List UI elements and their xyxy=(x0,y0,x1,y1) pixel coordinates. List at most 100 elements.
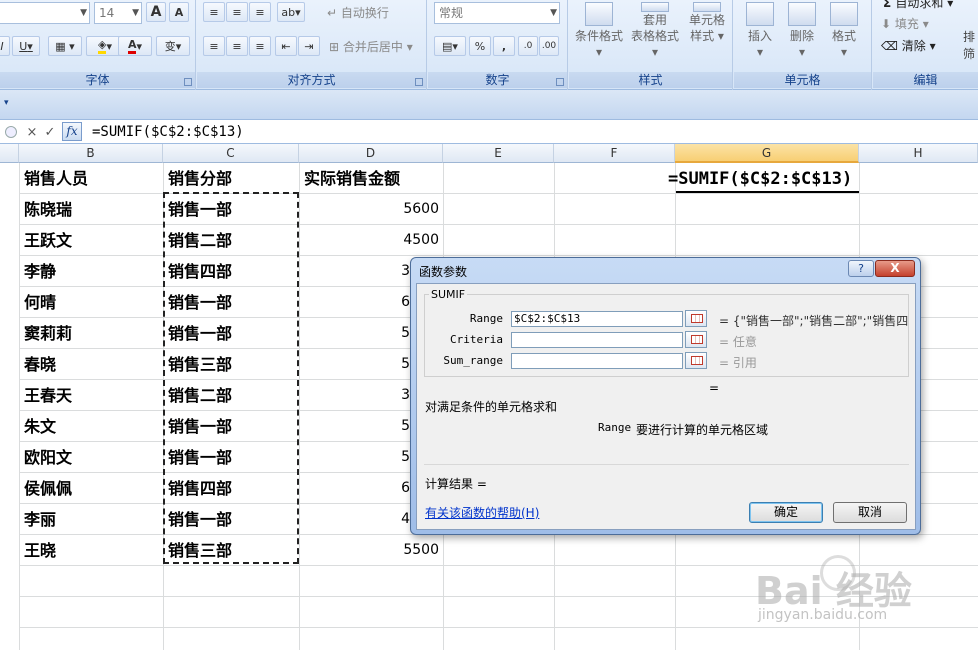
align-right-button[interactable]: ≡ xyxy=(249,36,271,56)
cell-amount[interactable]: 3 xyxy=(299,380,410,411)
currency-button[interactable]: ▤▾ xyxy=(434,36,466,56)
cell-styles-button[interactable]: 单元格 样式 ▾ xyxy=(683,2,731,44)
cell-amount[interactable]: 6 xyxy=(299,473,410,504)
row-header-corner[interactable] xyxy=(0,144,19,163)
cell-amount[interactable]: 3 xyxy=(299,256,410,287)
cell-amount[interactable]: 5500 xyxy=(299,535,439,566)
name-box-icon[interactable] xyxy=(4,123,18,141)
dialog-body: Range $C$2:$C$13 = {"销售一部";"销售二部";"销售四 C… xyxy=(416,283,916,530)
column-header-d[interactable]: D xyxy=(299,144,443,163)
align-bottom-button[interactable]: ≡ xyxy=(249,2,271,22)
grow-font-button[interactable]: A xyxy=(146,2,166,22)
cell-amount[interactable]: 5 xyxy=(299,411,410,442)
increase-indent-button[interactable]: ⇥ xyxy=(298,36,320,56)
cancel-button[interactable]: 取消 xyxy=(833,502,907,523)
header-cell-department[interactable]: 销售分部 xyxy=(168,163,232,194)
italic-button[interactable]: I xyxy=(0,36,10,56)
font-name-combo[interactable]: ▼ xyxy=(0,2,90,24)
cancel-formula-button[interactable]: × xyxy=(24,123,40,141)
merge-icon: ⊞ xyxy=(329,40,343,54)
number-format-combo[interactable]: 常规 ▼ xyxy=(434,2,560,24)
wrap-text-button[interactable]: ↵ 自动换行 xyxy=(327,4,389,21)
font-color-button[interactable]: A ▾ xyxy=(118,36,152,56)
cell-amount[interactable]: 6 xyxy=(299,287,410,318)
close-button[interactable]: X xyxy=(875,260,915,277)
cell-name[interactable]: 何晴 xyxy=(24,287,56,318)
insert-function-button[interactable]: fx xyxy=(62,122,82,141)
cell-name[interactable]: 王春天 xyxy=(24,380,72,411)
cell-name[interactable]: 窦莉莉 xyxy=(24,318,72,349)
underline-button[interactable]: U ▾ xyxy=(12,36,40,56)
align-left-button[interactable]: ≡ xyxy=(203,36,225,56)
column-header-f[interactable]: F xyxy=(554,144,675,163)
cell-amount[interactable]: 5600 xyxy=(299,194,439,225)
header-cell-salesperson[interactable]: 销售人员 xyxy=(24,163,88,194)
criteria-collapse-button[interactable] xyxy=(685,331,707,348)
shrink-font-button[interactable]: A xyxy=(169,2,189,22)
column-header-e[interactable]: E xyxy=(443,144,554,163)
cell-name[interactable]: 春晓 xyxy=(24,349,56,380)
align-top-button[interactable]: ≡ xyxy=(203,2,225,22)
orientation-icon: ab▾ xyxy=(281,5,301,19)
insert-button[interactable]: 插入 ▾ xyxy=(740,2,780,60)
cell-name[interactable]: 王跃文 xyxy=(24,225,72,256)
cell-name[interactable]: 欧阳文 xyxy=(24,442,72,473)
borders-button[interactable]: ▦ ▾ xyxy=(48,36,82,56)
quick-access-strip: ▾ xyxy=(0,90,978,120)
cell-name[interactable]: 侯佩佩 xyxy=(24,473,72,504)
column-header-h[interactable]: H xyxy=(859,144,978,163)
decrease-decimal-button[interactable]: .00 xyxy=(539,36,559,56)
alignment-dialog-launcher-icon[interactable] xyxy=(415,78,423,86)
phonetic-button[interactable]: 变▾ xyxy=(156,36,190,56)
conditional-format-button[interactable]: 条件格式 ▾ xyxy=(573,2,625,60)
sort-filter-button[interactable]: 排筛 xyxy=(963,28,975,62)
sum-range-collapse-button[interactable] xyxy=(685,352,707,369)
range-collapse-button[interactable] xyxy=(685,310,707,327)
column-header-g[interactable]: G xyxy=(675,144,859,163)
criteria-input[interactable] xyxy=(511,332,683,348)
cell-amount[interactable]: 5 xyxy=(299,442,410,473)
help-question-button[interactable]: ? xyxy=(848,260,874,277)
cell-amount[interactable]: 4 xyxy=(299,504,410,535)
column-header-c[interactable]: C xyxy=(163,144,299,163)
ok-button[interactable]: 确定 xyxy=(749,502,823,523)
cell-amount[interactable]: 5 xyxy=(299,349,410,380)
active-cell-formula[interactable]: =SUMIF($C$2:$C$13) xyxy=(668,164,852,194)
enter-formula-button[interactable]: ✓ xyxy=(42,123,58,141)
strip-arrow-icon[interactable]: ▾ xyxy=(4,98,9,108)
cell-name[interactable]: 陈晓瑞 xyxy=(24,194,72,225)
cell-amount[interactable]: 5 xyxy=(299,318,410,349)
currency-icon: ▤▾ xyxy=(442,39,458,53)
column-header-b[interactable]: B xyxy=(19,144,163,163)
cell-amount[interactable]: 4500 xyxy=(299,225,439,256)
number-dialog-launcher-icon[interactable] xyxy=(556,78,564,86)
format-button[interactable]: 格式 ▾ xyxy=(824,2,864,60)
table-format-button[interactable]: 套用 表格格式 ▾ xyxy=(627,2,683,60)
number-group: 常规 ▼ ▤▾ % , .0 .00 数字 xyxy=(428,0,568,90)
cell-name[interactable]: 李静 xyxy=(24,256,56,287)
autosum-button[interactable]: Σ 自动求和 ▾ xyxy=(883,0,953,11)
orientation-button[interactable]: ab▾ xyxy=(277,2,305,22)
cell-name[interactable]: 李丽 xyxy=(24,504,56,535)
delete-button[interactable]: 删除 ▾ xyxy=(782,2,822,60)
fill-button[interactable]: ⬇ 填充 ▾ xyxy=(881,15,929,32)
percent-button[interactable]: % xyxy=(469,36,491,56)
align-middle-button[interactable]: ≡ xyxy=(226,2,248,22)
align-center-button[interactable]: ≡ xyxy=(226,36,248,56)
font-size-combo[interactable]: 14 ▼ xyxy=(94,2,142,24)
formula-text[interactable]: =SUMIF($C$2:$C$13) xyxy=(92,122,244,142)
function-help-link[interactable]: 有关该函数的帮助(H) xyxy=(425,504,539,521)
font-dialog-launcher-icon[interactable] xyxy=(184,78,192,86)
merge-center-button[interactable]: ⊞ 合并后居中 ▾ xyxy=(329,38,413,55)
decrease-indent-button[interactable]: ⇤ xyxy=(275,36,297,56)
sum-range-input[interactable] xyxy=(511,353,683,369)
sum-range-result: = 引用 xyxy=(719,356,757,370)
cell-name[interactable]: 朱文 xyxy=(24,411,56,442)
close-icon: X xyxy=(890,261,900,275)
range-input[interactable]: $C$2:$C$13 xyxy=(511,311,683,327)
increase-decimal-button[interactable]: .0 xyxy=(518,36,538,56)
comma-button[interactable]: , xyxy=(493,36,515,56)
header-cell-amount[interactable]: 实际销售金额 xyxy=(304,163,400,194)
cell-name[interactable]: 王晓 xyxy=(24,535,56,566)
clear-button[interactable]: ⌫ 清除 ▾ xyxy=(881,37,936,54)
